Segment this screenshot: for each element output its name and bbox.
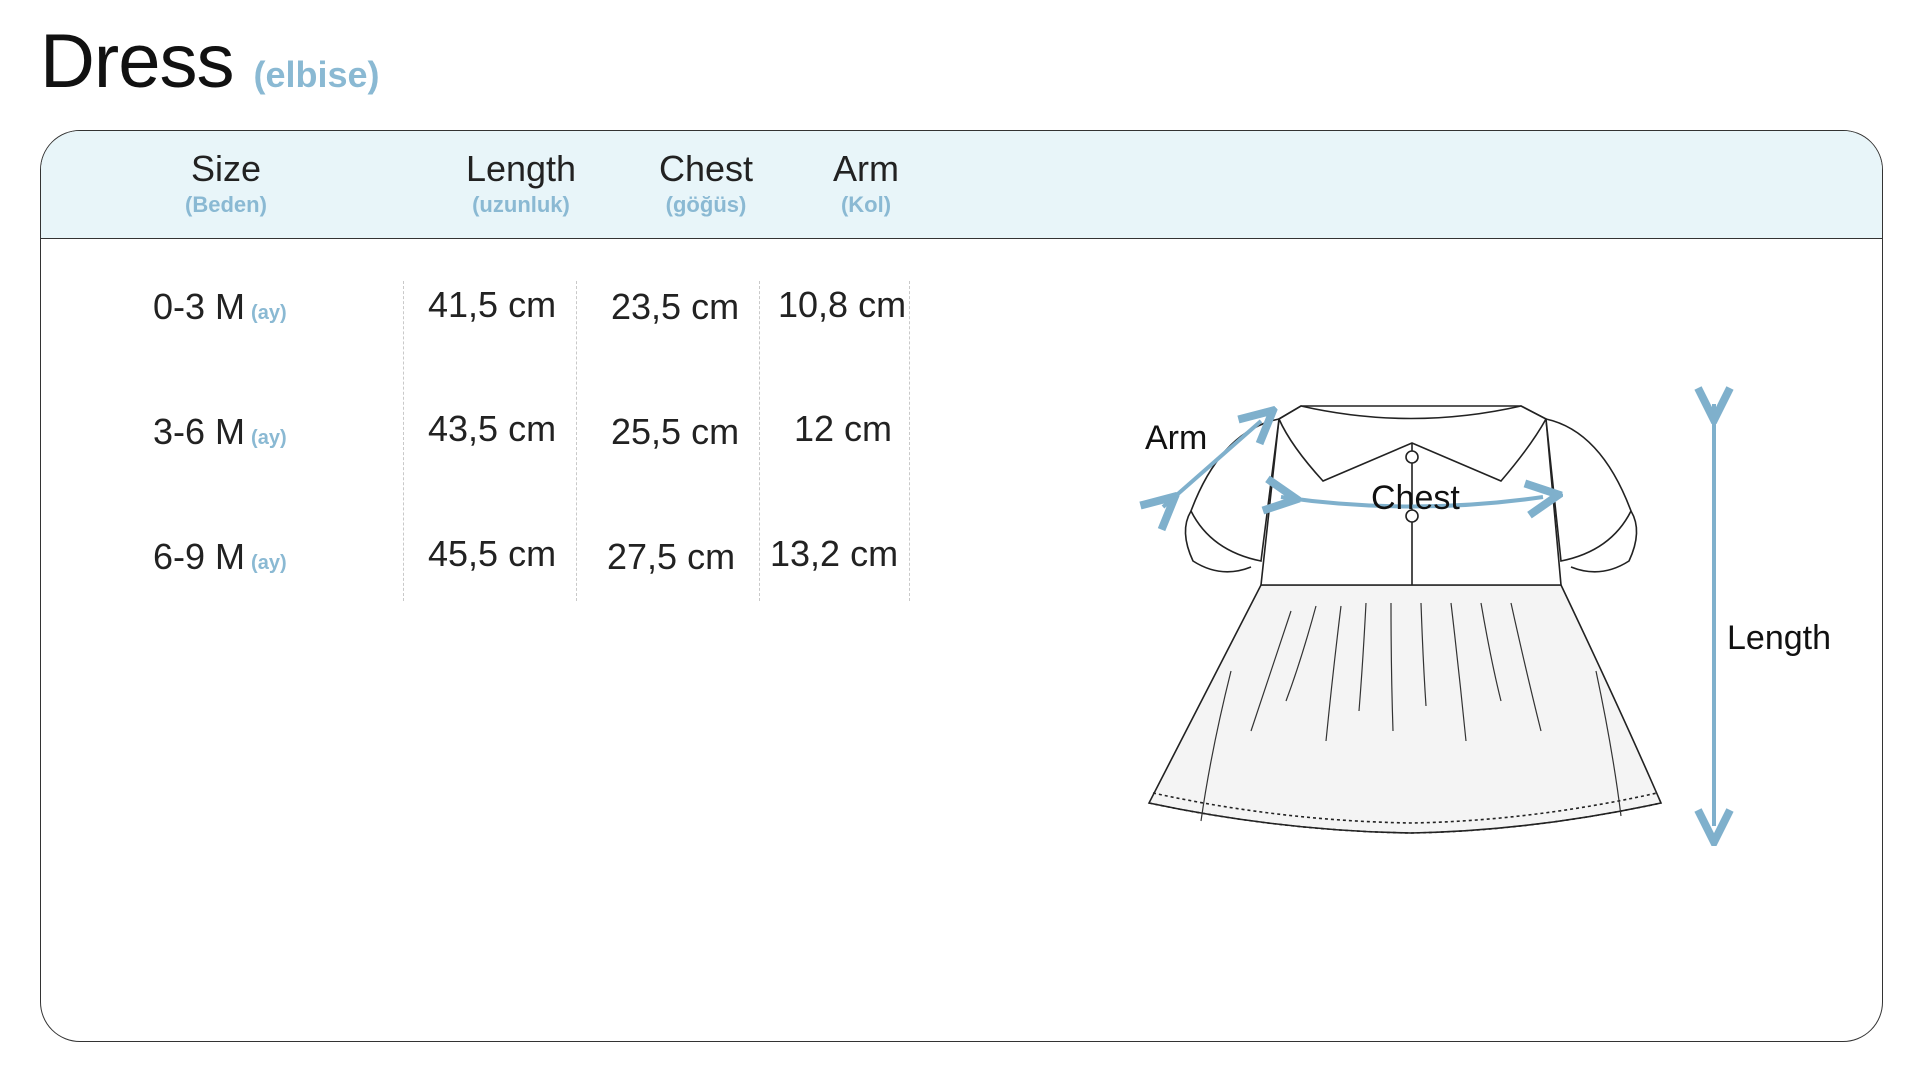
size-value: 3-6 M [153,411,246,452]
column-divider [909,281,910,601]
size-unit: (ay) [251,427,287,449]
column-label: Arm [833,148,899,189]
column-divider [403,281,404,601]
column-label: Size [190,148,262,189]
arm-value: 10,8 cm [778,284,907,325]
table-row-size: 3-6 M (ay) [153,411,287,453]
size-unit: (ay) [251,552,287,574]
column-header-arm: Arm (Kol) [791,147,941,219]
chest-label: Chest [1371,479,1460,517]
dress-outline [1147,405,1663,834]
column-divider [576,281,577,601]
table-header: Size (Beden) Length (uzunluk) Chest (göğ… [41,131,1882,239]
length-value: 41,5 cm [428,284,557,325]
chest-value: 27,5 cm [607,536,736,577]
size-value: 6-9 M [153,536,246,577]
size-chart-card: Size (Beden) Length (uzunluk) Chest (göğ… [40,130,1883,1042]
size-unit: (ay) [251,302,287,324]
chest-value: 25,5 cm [611,411,740,452]
column-divider [759,281,760,601]
column-sublabel: (uzunluk) [472,192,570,217]
column-label: Length [465,148,577,189]
arm-value: 12 cm [794,408,893,449]
column-sublabel: (göğüs) [665,192,747,217]
title-subtitle: (elbise) [253,54,380,95]
dress-illustration: Arm Chest Length [1101,311,1831,1011]
length-value: 45,5 cm [428,533,557,574]
column-header-chest: Chest (göğüs) [616,147,796,219]
column-header-length: Length (uzunluk) [431,147,611,219]
table-row-size: 0-3 M (ay) [153,286,287,328]
page-title: Dress (elbise) [40,18,380,108]
size-value: 0-3 M [153,286,246,327]
length-label: Length [1727,619,1831,657]
arm-value: 13,2 cm [770,533,899,574]
arm-label: Arm [1145,419,1207,457]
title-main: Dress [40,19,234,104]
column-sublabel: (Kol) [840,192,892,217]
column-label: Chest [658,148,754,189]
length-value: 43,5 cm [428,408,557,449]
chest-value: 23,5 cm [611,286,740,327]
column-header-size: Size (Beden) [136,147,316,219]
column-sublabel: (Beden) [185,192,267,217]
table-row-size: 6-9 M (ay) [153,536,287,578]
